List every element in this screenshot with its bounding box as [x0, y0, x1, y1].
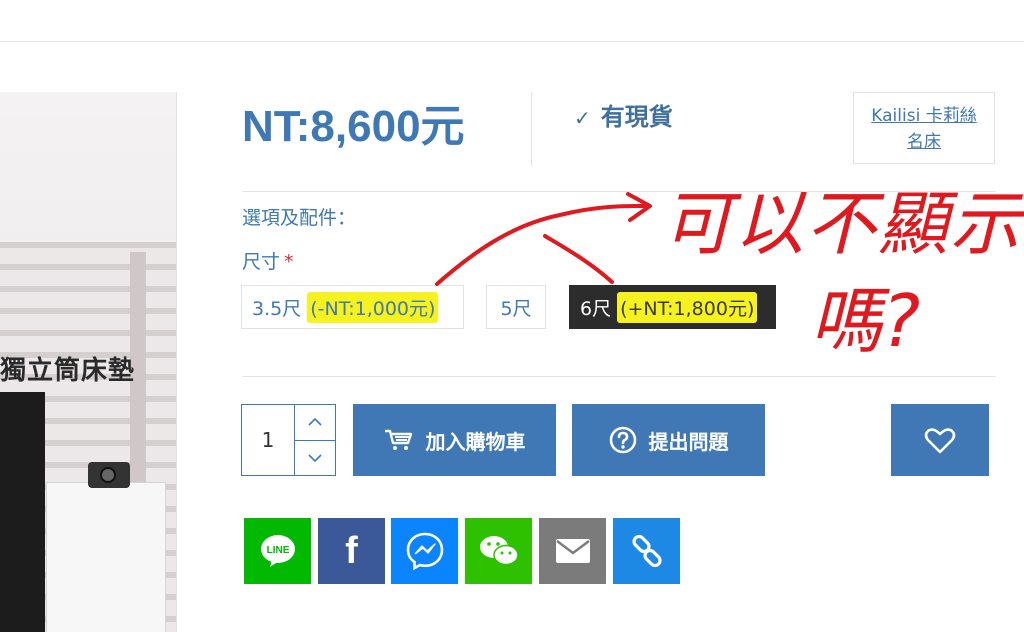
product-image-caption: 獨立筒床墊 — [0, 356, 136, 386]
wechat-icon — [479, 536, 519, 566]
mail-icon — [555, 539, 590, 563]
share-line-button[interactable]: LINE — [244, 518, 311, 584]
quantity-input[interactable] — [242, 405, 295, 475]
quantity-increase-button[interactable] — [295, 405, 335, 441]
ask-question-button[interactable]: 提出問題 — [572, 404, 765, 476]
options-title: 選項及配件： — [242, 207, 357, 229]
annotation-text: 嗎? — [810, 279, 921, 363]
brand-line-1: Kailisi 卡莉絲 — [871, 106, 977, 126]
add-to-cart-button[interactable]: 加入購物車 — [353, 404, 556, 476]
share-copy-link-button[interactable] — [613, 518, 680, 584]
vertical-divider — [531, 92, 532, 166]
annotation-text: 可以不顯示 — [662, 183, 1022, 265]
chevron-up-icon — [308, 418, 322, 426]
facebook-icon: f — [345, 530, 358, 572]
line-icon-text: LINE — [266, 545, 289, 556]
required-mark: * — [284, 251, 294, 273]
camera-prop — [88, 462, 130, 488]
heart-icon — [924, 428, 956, 454]
header-divider — [0, 41, 1024, 42]
quantity-decrease-button[interactable] — [295, 441, 335, 476]
check-icon: ✓ — [574, 106, 591, 130]
bedside-cabinet — [46, 482, 166, 632]
size-label: 尺寸 * — [242, 247, 294, 274]
size-option-label: 6尺 — [580, 297, 612, 320]
chevron-down-icon — [308, 454, 322, 462]
mattress — [0, 392, 45, 632]
question-circle-icon — [609, 426, 636, 454]
brand-box: Kailisi 卡莉絲 名床 — [853, 92, 995, 164]
cart-icon — [384, 429, 412, 450]
quantity-buttons — [295, 405, 335, 475]
brand-link[interactable]: Kailisi 卡莉絲 名床 — [871, 106, 976, 152]
link-icon — [631, 534, 662, 568]
add-to-cart-label: 加入購物車 — [425, 429, 526, 454]
share-messenger-button[interactable] — [391, 518, 458, 584]
stock-label: 有現貨 — [600, 103, 673, 131]
price-modifier-highlight: (-NT:1,000元) — [307, 291, 439, 323]
size-option-5[interactable]: 5尺 — [486, 285, 546, 329]
share-email-button[interactable] — [539, 518, 606, 584]
line-icon: LINE — [260, 535, 295, 567]
messenger-icon — [406, 532, 443, 571]
section-divider — [242, 376, 996, 377]
ask-question-label: 提出問題 — [648, 429, 729, 454]
quantity-stepper — [241, 404, 336, 476]
share-wechat-button[interactable] — [465, 518, 532, 584]
product-image: 獨立筒床墊 — [0, 92, 177, 632]
share-facebook-button[interactable]: f — [318, 518, 385, 584]
stock-status: ✓ 有現貨 — [574, 97, 673, 132]
wishlist-button[interactable] — [891, 404, 989, 476]
product-price: NT:8,600元 — [242, 102, 465, 151]
size-option-6-selected[interactable]: 6尺 (+NT:1,800元) — [569, 285, 776, 329]
size-option-label: 3.5尺 — [252, 297, 302, 320]
brand-line-2: 名床 — [907, 132, 941, 152]
size-option-3-5[interactable]: 3.5尺 (-NT:1,000元) — [241, 285, 464, 329]
size-label-text: 尺寸 — [242, 251, 281, 273]
price-modifier-highlight: (+NT:1,800元) — [617, 291, 758, 323]
size-option-label: 5尺 — [500, 297, 532, 320]
